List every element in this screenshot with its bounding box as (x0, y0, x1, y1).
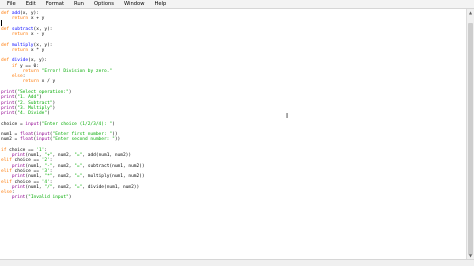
code-token: : (49, 179, 53, 185)
code-token: elif (1, 158, 12, 164)
code-token: , num2, (52, 153, 75, 159)
code-token: (num1, (25, 163, 45, 169)
menu-file[interactable]: File (2, 0, 21, 9)
code-token: , divide(num1, num2)) (82, 184, 140, 190)
code-token: divide (11, 58, 29, 64)
code-token: ) (112, 121, 115, 127)
code-token: , add(num1, num2)) (82, 153, 132, 159)
code-token: print (11, 195, 26, 201)
code-token: x * y (28, 47, 45, 53)
scrollbar-thumb[interactable] (468, 23, 473, 255)
menu-help[interactable]: Help (149, 0, 171, 9)
code-token: (num1, (25, 174, 45, 180)
code-token: return (22, 79, 39, 85)
menu-bar: File Edit Format Run Options Window Help (0, 0, 474, 9)
code-token: (num1, (25, 184, 45, 190)
code-token: return (22, 68, 39, 74)
menu-run[interactable]: Run (69, 0, 89, 9)
scroll-down-arrow-icon[interactable]: ▼ (468, 253, 473, 258)
code-line[interactable]: print(num1, "/", num2, "=", divide(num1,… (1, 185, 145, 190)
code-token: input (25, 121, 39, 127)
code-token: x - y (28, 32, 45, 38)
code-token: "Invalid input" (28, 195, 69, 201)
code-token: float (19, 137, 34, 143)
code-token: choice == (11, 158, 42, 164)
code-token: "1. Add" (17, 95, 39, 101)
code-text[interactable]: def add(x, y): return x + y def subtract… (1, 11, 145, 201)
code-editor[interactable]: def add(x, y): return x + y def subtract… (0, 9, 466, 259)
status-bar (0, 259, 474, 266)
code-token: def (1, 42, 12, 48)
code-token: print (1, 95, 15, 101)
code-token: y == 0: (17, 63, 39, 69)
code-token: "Error! Division by zero." (41, 68, 113, 74)
code-token: return (11, 32, 29, 38)
code-token: "Enter second number: " (52, 137, 115, 143)
code-token: (x, y): (33, 42, 53, 48)
code-token: def (1, 58, 12, 64)
code-token: num2 = (1, 137, 20, 143)
code-token: print (1, 100, 15, 106)
menu-format[interactable]: Format (41, 0, 69, 9)
code-token: print (11, 174, 26, 180)
code-token: ) (68, 89, 72, 95)
scroll-up-arrow-icon[interactable]: ▲ (468, 10, 473, 15)
code-token: multiply (11, 42, 34, 48)
code-token: elif (1, 179, 12, 185)
code-token: ) (52, 100, 56, 106)
code-token: ) (47, 111, 50, 117)
code-token: "2. Subtract" (17, 100, 53, 106)
code-token: , num2, (52, 184, 75, 190)
code-token: '4' (41, 179, 50, 185)
code-token: , multiply(num1, num2)) (82, 174, 145, 180)
code-token: ) (68, 195, 72, 201)
menu-options[interactable]: Options (89, 0, 119, 9)
menu-window[interactable]: Window (119, 0, 149, 9)
code-token: '2' (41, 158, 50, 164)
code-token: "Enter choice (1/2/3/4): " (41, 121, 113, 127)
code-token: : (49, 158, 53, 164)
code-token: return (11, 16, 29, 22)
text-caret (1, 20, 2, 26)
menu-edit[interactable]: Edit (21, 0, 41, 9)
code-line[interactable]: print("Invalid input") (1, 195, 145, 200)
text-cursor-icon: I (286, 112, 289, 120)
code-token: )) (114, 137, 121, 143)
code-token: x / y (38, 79, 56, 85)
code-token: , num2, (52, 163, 75, 169)
code-token: "4. Divide" (17, 111, 48, 117)
code-token: return (11, 47, 29, 53)
code-token: (x, y): (28, 58, 48, 64)
code-token: "-" (44, 163, 53, 169)
code-token: ) (38, 95, 42, 101)
code-token: input (36, 137, 50, 143)
vertical-scrollbar[interactable]: ▲ ▼ (466, 9, 474, 259)
code-token: x + y (28, 16, 45, 22)
code-token: ) (52, 105, 56, 111)
code-token: print (11, 163, 26, 169)
code-token: choice = (1, 121, 26, 127)
code-token: print (1, 111, 15, 117)
code-token: , subtract(num1, num2)) (82, 163, 145, 169)
code-token: choice == (11, 179, 42, 185)
code-token: "*" (44, 174, 53, 180)
code-token: "/" (44, 184, 53, 190)
code-token: , num2, (52, 174, 75, 180)
